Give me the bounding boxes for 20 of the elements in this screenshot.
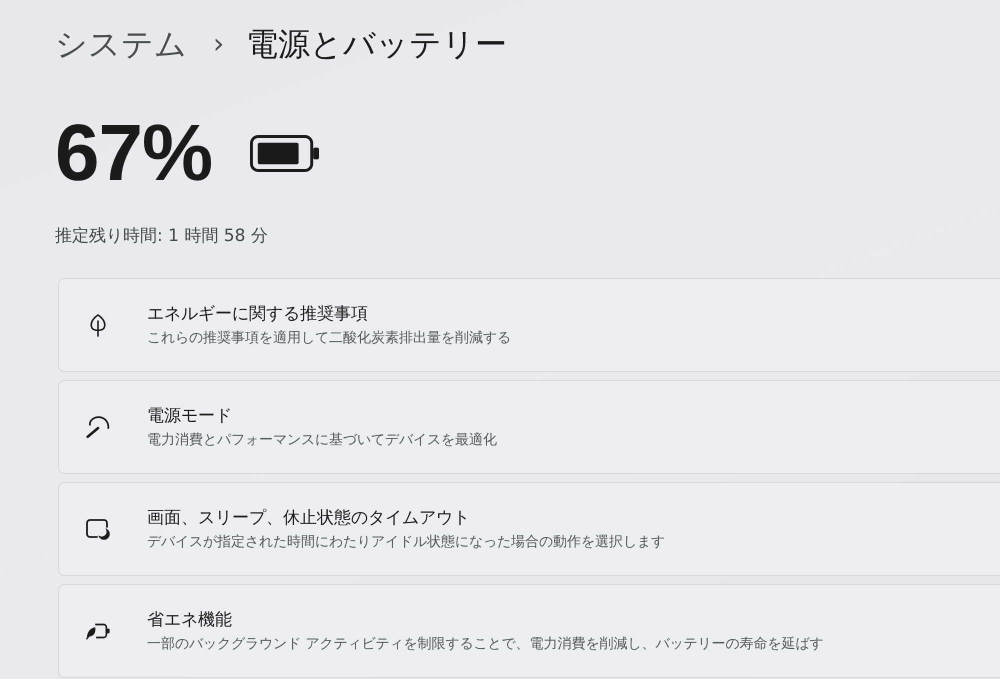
battery-icon bbox=[250, 134, 320, 172]
settings-card[interactable]: 電源モード 電力消費とパフォーマンスに基づいてデバイスを最適化 bbox=[58, 380, 1000, 474]
settings-card[interactable]: 省エネ機能 一部のバックグラウンド アクティビティを制限することで、電力消費を削減し、バッテリーの寿命を延ばす bbox=[58, 584, 1000, 678]
breadcrumb-separator: › bbox=[213, 26, 224, 62]
setting-title: 電源モード bbox=[147, 405, 232, 428]
setting-description: 一部のバックグラウンド アクティビティを制限することで、電力消費を削減し、バッテリーの寿命を延ばす bbox=[147, 635, 824, 654]
settings-card[interactable]: エネルギーに関する推奨事項 これらの推奨事項を適用して二酸化炭素排出量を削減する bbox=[58, 278, 1000, 372]
gauge-icon bbox=[85, 415, 111, 439]
setting-title: 省エネ機能 bbox=[147, 609, 232, 632]
remaining-time-text: 推定残り時間: 1 時間 58 分 bbox=[55, 225, 268, 248]
settings-card[interactable]: 画面、スリープ、休止状態のタイムアウト デバイスが指定された時間にわたりアイドル状態になった場合の動作を選択します bbox=[58, 482, 1000, 576]
battery-percentage: 67% bbox=[55, 112, 212, 194]
setting-title: 画面、スリープ、休止状態のタイムアウト bbox=[147, 507, 470, 530]
screen-moon-icon bbox=[85, 517, 111, 541]
page-title: 電源とバッテリー bbox=[246, 24, 508, 65]
setting-title: エネルギーに関する推奨事項 bbox=[147, 303, 368, 326]
setting-description: 電力消費とパフォーマンスに基づいてデバイスを最適化 bbox=[147, 431, 497, 450]
setting-description: デバイスが指定された時間にわたりアイドル状態になった場合の動作を選択します bbox=[147, 533, 665, 552]
breadcrumb-parent[interactable]: システム bbox=[55, 22, 187, 66]
setting-description: これらの推奨事項を適用して二酸化炭素排出量を削減する bbox=[147, 329, 511, 348]
